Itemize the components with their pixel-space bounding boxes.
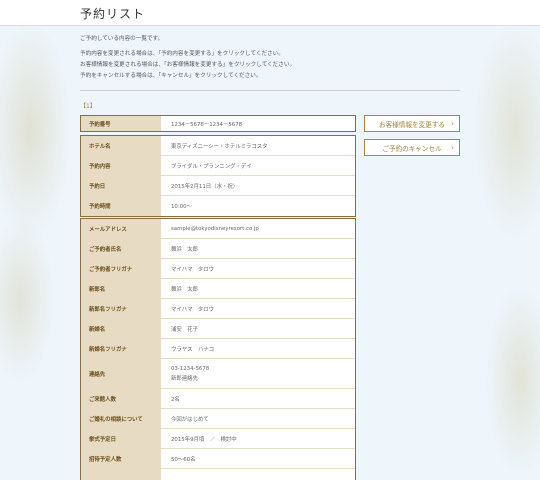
table-row: メールアドレス sample@tokyodisneyresort.co.jp (81, 219, 355, 239)
section-label: 【1】 (80, 103, 96, 110)
table-row: 招待予定人数 50～60名 (81, 449, 355, 469)
row-value: 浦安 花子 (171, 326, 198, 333)
phone-note: 新郎連絡先 (171, 375, 198, 382)
change-customer-info-label: お客様情報を変更する (379, 120, 445, 129)
row-label: 予約内容 (81, 156, 161, 175)
table-row: ご予約者フリガナ マイハマ タロウ (81, 259, 355, 279)
row-label: 新郎名 (81, 279, 161, 298)
table-row: 予約内容 ブライダル・プランニング・デイ (81, 156, 355, 176)
intro-line: お客様情報を変更される場合は、「お客様情報を変更する」をクリックしてください。 (80, 62, 296, 68)
cancel-reservation-button[interactable]: ご予約のキャンセル › (364, 139, 460, 156)
page-header: 予約リスト (0, 0, 540, 26)
reservation-number-value: 1234－5678－1234－5678 (171, 121, 243, 128)
table-row: 新婦名 浦安 花子 (81, 319, 355, 339)
row-value: sample@tokyodisneyresort.co.jp (171, 225, 259, 232)
row-label: ご予約者フリガナ (81, 259, 161, 278)
row-value: 舞浜 太郎 (171, 246, 198, 253)
row-value: 50～60名 (171, 456, 196, 463)
chevron-right-icon: › (450, 119, 454, 128)
table-row: 新郎名フリガナ マイハマ タロウ (81, 299, 355, 319)
table-row: 予約時間 10:00～ (81, 196, 355, 216)
intro-line: 予約内容を変更される場合は、「予約内容を変更する」をクリックしてください。 (80, 51, 284, 57)
customer-info-table: メールアドレス sample@tokyodisneyresort.co.jp ご… (80, 218, 356, 480)
row-label: 新婦名フリガナ (81, 339, 161, 358)
table-row: ホテル名 東京ディズニーシー・ホテルミラコスタ (81, 136, 355, 156)
row-label: ご来館人数 (81, 389, 161, 408)
reservation-detail-table: ホテル名 東京ディズニーシー・ホテルミラコスタ 予約内容 ブライダル・プランニン… (80, 135, 356, 217)
row-label: 予約番号 (81, 116, 161, 131)
row-label: 新婦名 (81, 319, 161, 338)
intro-text: ご予約している内容の一覧です。 予約内容を変更される場合は、「予約内容を変更する… (80, 34, 460, 82)
table-row: 新婦名フリガナ ウラヤス ハナコ (81, 339, 355, 359)
cancel-reservation-label: ご予約のキャンセル (382, 144, 442, 153)
change-customer-info-button[interactable]: お客様情報を変更する › (364, 115, 460, 132)
row-value: 舞浜 太郎 (171, 286, 198, 293)
intro-line: ご予約している内容の一覧です。 (80, 36, 164, 42)
phone-number: 03-1234-5678 (171, 365, 210, 372)
table-row: 新郎名 舞浜 太郎 (81, 279, 355, 299)
row-value: マイハマ タロウ (171, 306, 215, 313)
table-row: 予約日 2015年2月11日（水・祝） (81, 176, 355, 196)
row-label: ホテル名 (81, 136, 161, 155)
row-value: 今回がはじめて (171, 416, 209, 423)
row-label: ご婚礼の相談について (81, 409, 161, 428)
row-value: ウラヤス ハナコ (171, 346, 215, 353)
table-row (81, 469, 355, 480)
row-value: 2015年2月11日（水・祝） (171, 183, 239, 190)
intro-line: 予約をキャンセルする場合は、「キャンセル」をクリックしてください。 (80, 73, 262, 79)
table-row: 連絡先 03-1234-5678 新郎連絡先 (81, 359, 355, 389)
row-value: マイハマ タロウ (171, 266, 215, 273)
row-value: ブライダル・プランニング・デイ (171, 163, 252, 170)
row-label (81, 469, 161, 480)
row-value: 10:00～ (171, 204, 192, 210)
row-label: 予約日 (81, 176, 161, 195)
row-label: ご予約者氏名 (81, 239, 161, 258)
table-row: ご予約者氏名 舞浜 太郎 (81, 239, 355, 259)
row-label: 新郎名フリガナ (81, 299, 161, 318)
row-label: 挙式予定日 (81, 429, 161, 448)
row-value (161, 469, 355, 480)
table-row: 挙式予定日 2015年9月頃 ／ 検討中 (81, 429, 355, 449)
row-label: 招待予定人数 (81, 449, 161, 468)
page-title: 予約リスト (80, 7, 146, 21)
row-label: メールアドレス (81, 219, 161, 238)
row-value: 2名 (171, 396, 180, 403)
reservation-number-table: 予約番号 1234－5678－1234－5678 (80, 115, 356, 132)
table-row: 予約番号 1234－5678－1234－5678 (81, 116, 355, 131)
table-row: ご来館人数 2名 (81, 389, 355, 409)
row-label: 予約時間 (81, 196, 161, 216)
row-label: 連絡先 (81, 359, 161, 388)
divider (80, 90, 460, 91)
chevron-right-icon: › (450, 143, 454, 152)
row-value: 03-1234-5678 新郎連絡先 (161, 359, 355, 388)
table-row: ご婚礼の相談について 今回がはじめて (81, 409, 355, 429)
row-value: 東京ディズニーシー・ホテルミラコスタ (171, 143, 268, 150)
row-value: 2015年9月頃 ／ 検討中 (171, 436, 237, 443)
